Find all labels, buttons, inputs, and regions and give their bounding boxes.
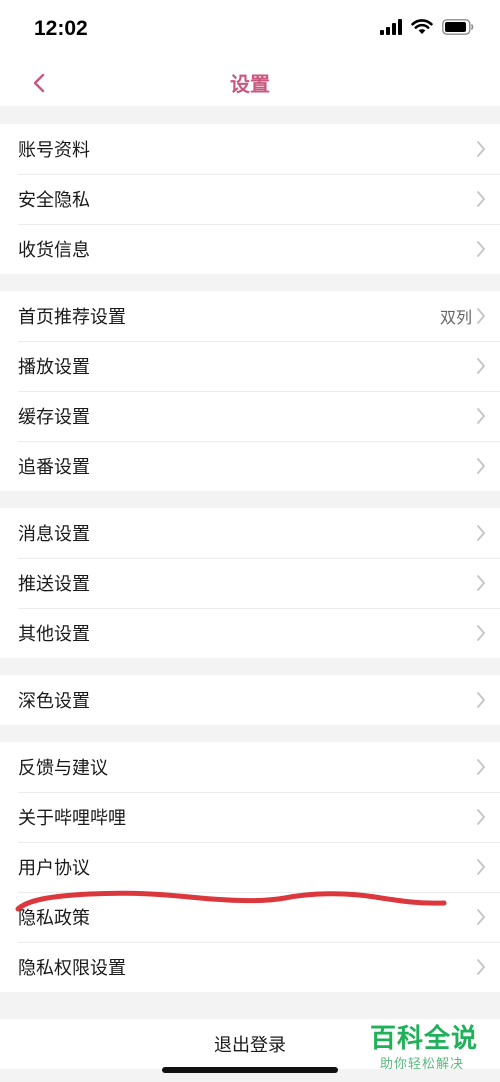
chevron-right-icon xyxy=(474,355,488,377)
chevron-right-icon xyxy=(474,756,488,778)
chevron-right-icon xyxy=(474,806,488,828)
settings-item-value: 双列 xyxy=(439,308,472,327)
chevron-right-icon xyxy=(474,405,488,427)
settings-item-push[interactable]: 推送设置 xyxy=(0,558,500,608)
settings-item-label: 缓存设置 xyxy=(18,407,90,428)
chevron-right-icon xyxy=(474,622,488,644)
chevron-right-icon xyxy=(474,906,488,928)
wifi-icon xyxy=(411,19,433,34)
chevron-right-icon xyxy=(474,238,488,260)
chevron-right-icon xyxy=(474,856,488,878)
settings-group-about: 反馈与建议 关于哔哩哔哩 用户协议 隐私政策 隐私权限设置 xyxy=(0,742,500,992)
settings-item-label: 安全隐私 xyxy=(18,190,90,211)
settings-group-notifications: 消息设置 推送设置 其他设置 xyxy=(0,508,500,658)
settings-item-privacy-policy[interactable]: 隐私政策 xyxy=(0,892,500,942)
settings-list: 账号资料 安全隐私 收货信息 首页推荐设置 双列 播放设置 缓存设置 追番设置 xyxy=(0,124,500,1009)
chevron-right-icon xyxy=(474,188,488,210)
settings-item-playback[interactable]: 播放设置 xyxy=(0,341,500,391)
settings-item-messages[interactable]: 消息设置 xyxy=(0,508,500,558)
settings-item-label: 消息设置 xyxy=(18,524,90,545)
cellular-signal-icon xyxy=(380,19,402,35)
settings-item-dark-mode[interactable]: 深色设置 xyxy=(0,675,500,725)
settings-item-shipping-info[interactable]: 收货信息 xyxy=(0,224,500,274)
settings-item-label: 首页推荐设置 xyxy=(18,307,126,328)
settings-item-label: 隐私政策 xyxy=(18,908,90,929)
settings-item-feedback[interactable]: 反馈与建议 xyxy=(0,742,500,792)
settings-item-user-agreement[interactable]: 用户协议 xyxy=(0,842,500,892)
settings-item-label: 深色设置 xyxy=(18,691,90,712)
settings-item-account-profile[interactable]: 账号资料 xyxy=(0,124,500,174)
chevron-right-icon xyxy=(474,138,488,160)
battery-icon xyxy=(442,19,474,35)
settings-item-other[interactable]: 其他设置 xyxy=(0,608,500,658)
settings-item-label: 用户协议 xyxy=(18,858,90,879)
home-indicator[interactable] xyxy=(162,1067,338,1073)
settings-item-follow-anime[interactable]: 追番设置 xyxy=(0,441,500,491)
chevron-right-icon xyxy=(474,455,488,477)
status-icons xyxy=(380,19,474,35)
chevron-right-icon xyxy=(474,572,488,594)
settings-item-label: 收货信息 xyxy=(18,240,90,261)
settings-item-cache[interactable]: 缓存设置 xyxy=(0,391,500,441)
chevron-right-icon xyxy=(474,305,488,327)
logout-label: 退出登录 xyxy=(214,1035,286,1056)
settings-item-label: 推送设置 xyxy=(18,574,90,595)
chevron-right-icon xyxy=(474,956,488,978)
settings-item-about-bilibili[interactable]: 关于哔哩哔哩 xyxy=(0,792,500,842)
settings-group-playback: 首页推荐设置 双列 播放设置 缓存设置 追番设置 xyxy=(0,291,500,491)
page-title: 设置 xyxy=(230,72,270,96)
chevron-right-icon xyxy=(474,689,488,711)
settings-item-label: 关于哔哩哔哩 xyxy=(18,808,126,829)
settings-item-label: 账号资料 xyxy=(18,140,90,161)
settings-item-home-recommend[interactable]: 首页推荐设置 双列 xyxy=(0,291,500,341)
nav-bar: 设置 xyxy=(0,58,500,106)
settings-item-label: 隐私权限设置 xyxy=(18,958,126,979)
settings-group-theme: 深色设置 xyxy=(0,675,500,725)
settings-item-label: 反馈与建议 xyxy=(18,758,108,779)
settings-item-label: 播放设置 xyxy=(18,357,90,378)
settings-item-label: 追番设置 xyxy=(18,457,90,478)
status-bar: 12:02 xyxy=(0,0,500,58)
settings-item-label: 其他设置 xyxy=(18,624,90,645)
logout-button[interactable]: 退出登录 xyxy=(0,1019,500,1069)
chevron-right-icon xyxy=(474,522,488,544)
settings-group-account: 账号资料 安全隐私 收货信息 xyxy=(0,124,500,274)
settings-item-privacy-permissions[interactable]: 隐私权限设置 xyxy=(0,942,500,992)
settings-item-security-privacy[interactable]: 安全隐私 xyxy=(0,174,500,224)
status-time: 12:02 xyxy=(34,17,88,40)
